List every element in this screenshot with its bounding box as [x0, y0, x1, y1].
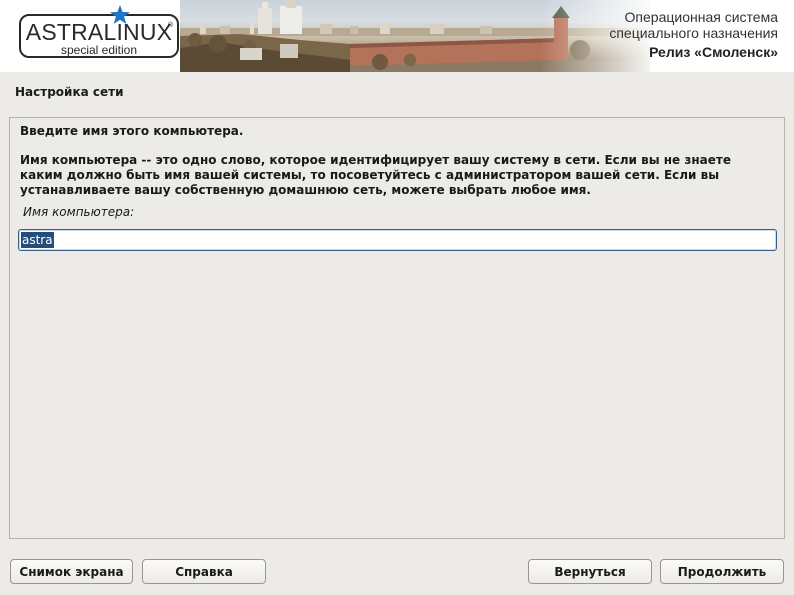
os-tagline: Операционная система специального назнач…: [609, 9, 778, 41]
description-text: Имя компьютера -- это одно слово, которо…: [20, 153, 731, 197]
page-title: Настройка сети: [15, 85, 124, 99]
content-panel: Введите имя этого компьютера. Имя компью…: [9, 117, 785, 539]
screenshot-button[interactable]: Снимок экрана: [10, 559, 133, 584]
tagline-line-2: специального назначения: [609, 25, 778, 41]
logo-subtitle: special edition: [60, 43, 138, 57]
hostname-label: Имя компьютера:: [23, 205, 135, 219]
registered-mark: ®: [168, 22, 174, 29]
hostname-value: astra: [21, 232, 54, 248]
help-button[interactable]: Справка: [142, 559, 266, 584]
tagline-line-1: Операционная система: [624, 9, 778, 25]
astralinux-logo: ASTRALINUX ® special edition: [19, 5, 179, 58]
continue-button[interactable]: Продолжить: [660, 559, 784, 584]
back-button[interactable]: Вернуться: [528, 559, 652, 584]
logo-wordmark: ASTRALINUX: [25, 19, 173, 45]
header-banner: ASTRALINUX ® special edition Операционна…: [0, 0, 794, 72]
hostname-input[interactable]: astra: [18, 229, 777, 251]
prompt-text: Введите имя этого компьютера.: [20, 124, 244, 138]
release-name: Релиз «Смоленск»: [649, 44, 778, 60]
